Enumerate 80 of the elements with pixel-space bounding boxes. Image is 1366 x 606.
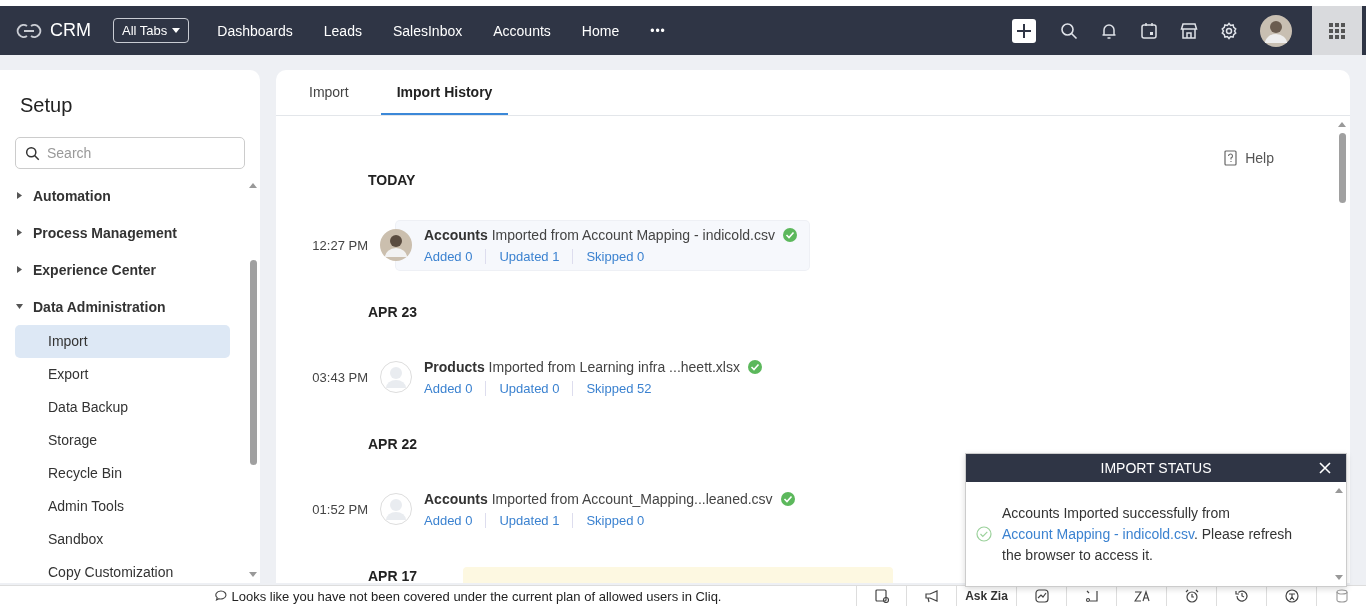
stat-link[interactable]: Added 0 [424, 380, 487, 396]
help-link[interactable]: Help [1224, 150, 1274, 166]
apps-grid-button[interactable] [1312, 6, 1362, 55]
popup-message: Accounts Imported successfully from Account Mapping - indicold.csv. Please refresh the browser to access it. [1002, 503, 1292, 565]
stat-link[interactable]: Skipped 0 [586, 512, 658, 528]
megaphone-icon [923, 589, 940, 603]
stat-link[interactable]: Updated 1 [499, 512, 574, 528]
add-icon[interactable] [1012, 18, 1036, 43]
close-icon[interactable] [1319, 462, 1331, 474]
expand-arrow-icon [16, 192, 23, 199]
tab[interactable]: Import [293, 70, 365, 115]
help-icon [1224, 150, 1240, 166]
sidebar-item[interactable]: Data Backup [15, 391, 230, 424]
import-description: Accounts Imported from Account_Mapping...leaned.csv [424, 490, 773, 507]
date-heading: APR 22 [368, 436, 418, 452]
sidebar-item[interactable]: Copy Customization [15, 556, 230, 583]
user-avatar[interactable] [1260, 14, 1292, 47]
nav-tab[interactable]: Accounts [493, 22, 551, 39]
nav-tab[interactable]: Dashboards [217, 22, 293, 39]
sidebar-item[interactable]: Storage [15, 424, 230, 457]
date-heading: TODAY [368, 172, 416, 188]
expand-arrow-icon [16, 229, 23, 236]
nav-tab[interactable]: Leads [323, 22, 362, 39]
import-description: Accounts Imported from Account Mapping - indicold.csv [424, 226, 775, 243]
expand-arrow-icon [16, 303, 23, 310]
notification-message: Looks like you have not been covered under the current plan of allowed users in Cliq. [231, 588, 722, 604]
all-tabs-dropdown[interactable]: All Tabs [113, 18, 190, 43]
translate-icon [1133, 589, 1150, 603]
database-icon [1335, 589, 1348, 603]
chart-icon [1034, 589, 1049, 603]
date-heading: APR 23 [368, 304, 418, 320]
tab[interactable]: Import History [380, 70, 509, 115]
chat-icon [214, 590, 227, 602]
flow-icon [1084, 589, 1099, 603]
history-icon [1234, 589, 1249, 603]
stat-link[interactable]: Skipped 52 [586, 380, 665, 396]
nav-tab[interactable]: SalesInbox [392, 22, 463, 39]
expand-arrow-icon [16, 266, 23, 273]
screen-icon [874, 589, 889, 603]
caret-icon [172, 28, 181, 33]
accessibility-icon [1284, 589, 1299, 603]
search-field[interactable]: Search [15, 137, 245, 169]
sidebar-section[interactable]: Data Administration [0, 288, 246, 325]
check-circle-icon [976, 526, 992, 542]
success-check-icon [782, 227, 797, 242]
import-description: Products Imported from Learning infra ...heett.xlsx [424, 358, 740, 375]
sidebar-item[interactable]: Sandbox [15, 523, 230, 556]
sidebar-section[interactable]: Process Management [0, 214, 246, 251]
search-icon[interactable] [1060, 21, 1078, 40]
logo-icon [16, 21, 42, 40]
calendar-icon[interactable] [1140, 21, 1158, 40]
app-name: CRM [50, 20, 91, 41]
more-tabs-button[interactable]: ••• [650, 23, 666, 38]
sidebar-section[interactable]: Automation [0, 177, 246, 214]
time-label: 12:27 PM [311, 237, 368, 253]
sidebar-title: Setup [20, 94, 74, 117]
success-check-icon [780, 491, 795, 506]
sidebar-section[interactable]: Experience Center [0, 251, 246, 288]
grid-icon [1329, 22, 1345, 39]
sidebar-item[interactable]: Recycle Bin [15, 457, 230, 490]
nav-tab[interactable]: Home [581, 22, 620, 39]
stat-link[interactable]: Added 0 [424, 248, 487, 264]
store-icon[interactable] [1180, 21, 1198, 40]
file-link[interactable]: Account Mapping - indicold.csv [1002, 525, 1194, 542]
ask-zia-button[interactable]: Ask Zia [956, 586, 1016, 606]
bell-icon[interactable] [1100, 21, 1118, 40]
popup-title: IMPORT STATUS [1100, 460, 1212, 476]
date-heading: APR 17 [368, 568, 418, 583]
time-label: 03:43 PM [311, 369, 368, 385]
stat-link[interactable]: Skipped 0 [586, 248, 658, 264]
time-label: 01:52 PM [311, 501, 368, 517]
settings-icon[interactable] [1220, 21, 1238, 40]
stat-link[interactable]: Updated 0 [499, 380, 574, 396]
sidebar-item[interactable]: Import [15, 325, 230, 358]
sidebar-item[interactable]: Admin Tools [15, 490, 230, 523]
alarm-clock-icon [1184, 589, 1199, 603]
sidebar-item[interactable]: Export [15, 358, 230, 391]
stat-link[interactable]: Updated 1 [499, 248, 574, 264]
stat-link[interactable]: Added 0 [424, 512, 487, 528]
success-check-icon [747, 359, 762, 374]
